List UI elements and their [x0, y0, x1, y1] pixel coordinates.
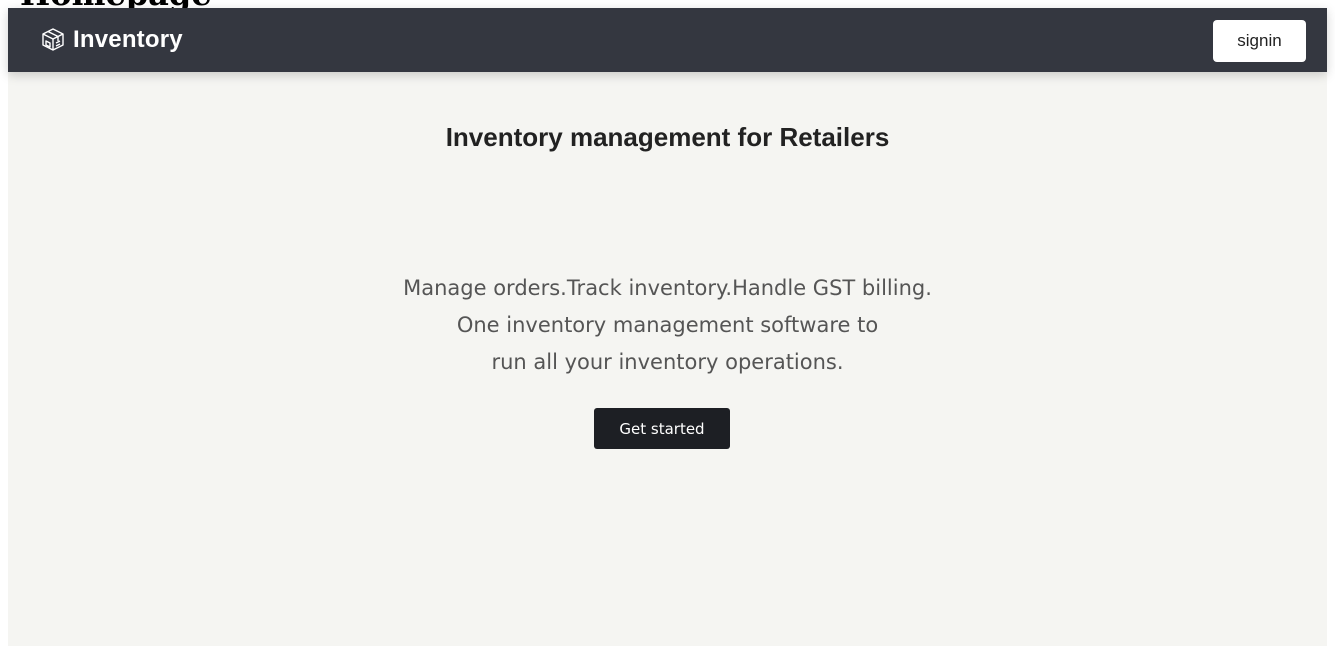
brand-name: Inventory — [73, 26, 183, 53]
app-frame: Inventory signin Inventory management fo… — [8, 8, 1327, 646]
tagline-line: One inventory management software to — [456, 313, 879, 337]
get-started-button[interactable]: Get started — [594, 408, 730, 449]
tagline-line: Manage orders.Track inventory.Handle GST… — [403, 276, 932, 300]
brand-link[interactable]: Inventory — [40, 23, 183, 57]
tagline-line: run all your inventory operations. — [491, 350, 844, 374]
hero-headline: Inventory management for Retailers — [445, 122, 890, 152]
boxes-icon — [40, 27, 66, 53]
top-navbar: Inventory signin — [8, 8, 1327, 72]
hero-tagline: Manage orders.Track inventory.Handle GST… — [8, 270, 1327, 381]
signin-button[interactable]: signin — [1213, 20, 1306, 62]
